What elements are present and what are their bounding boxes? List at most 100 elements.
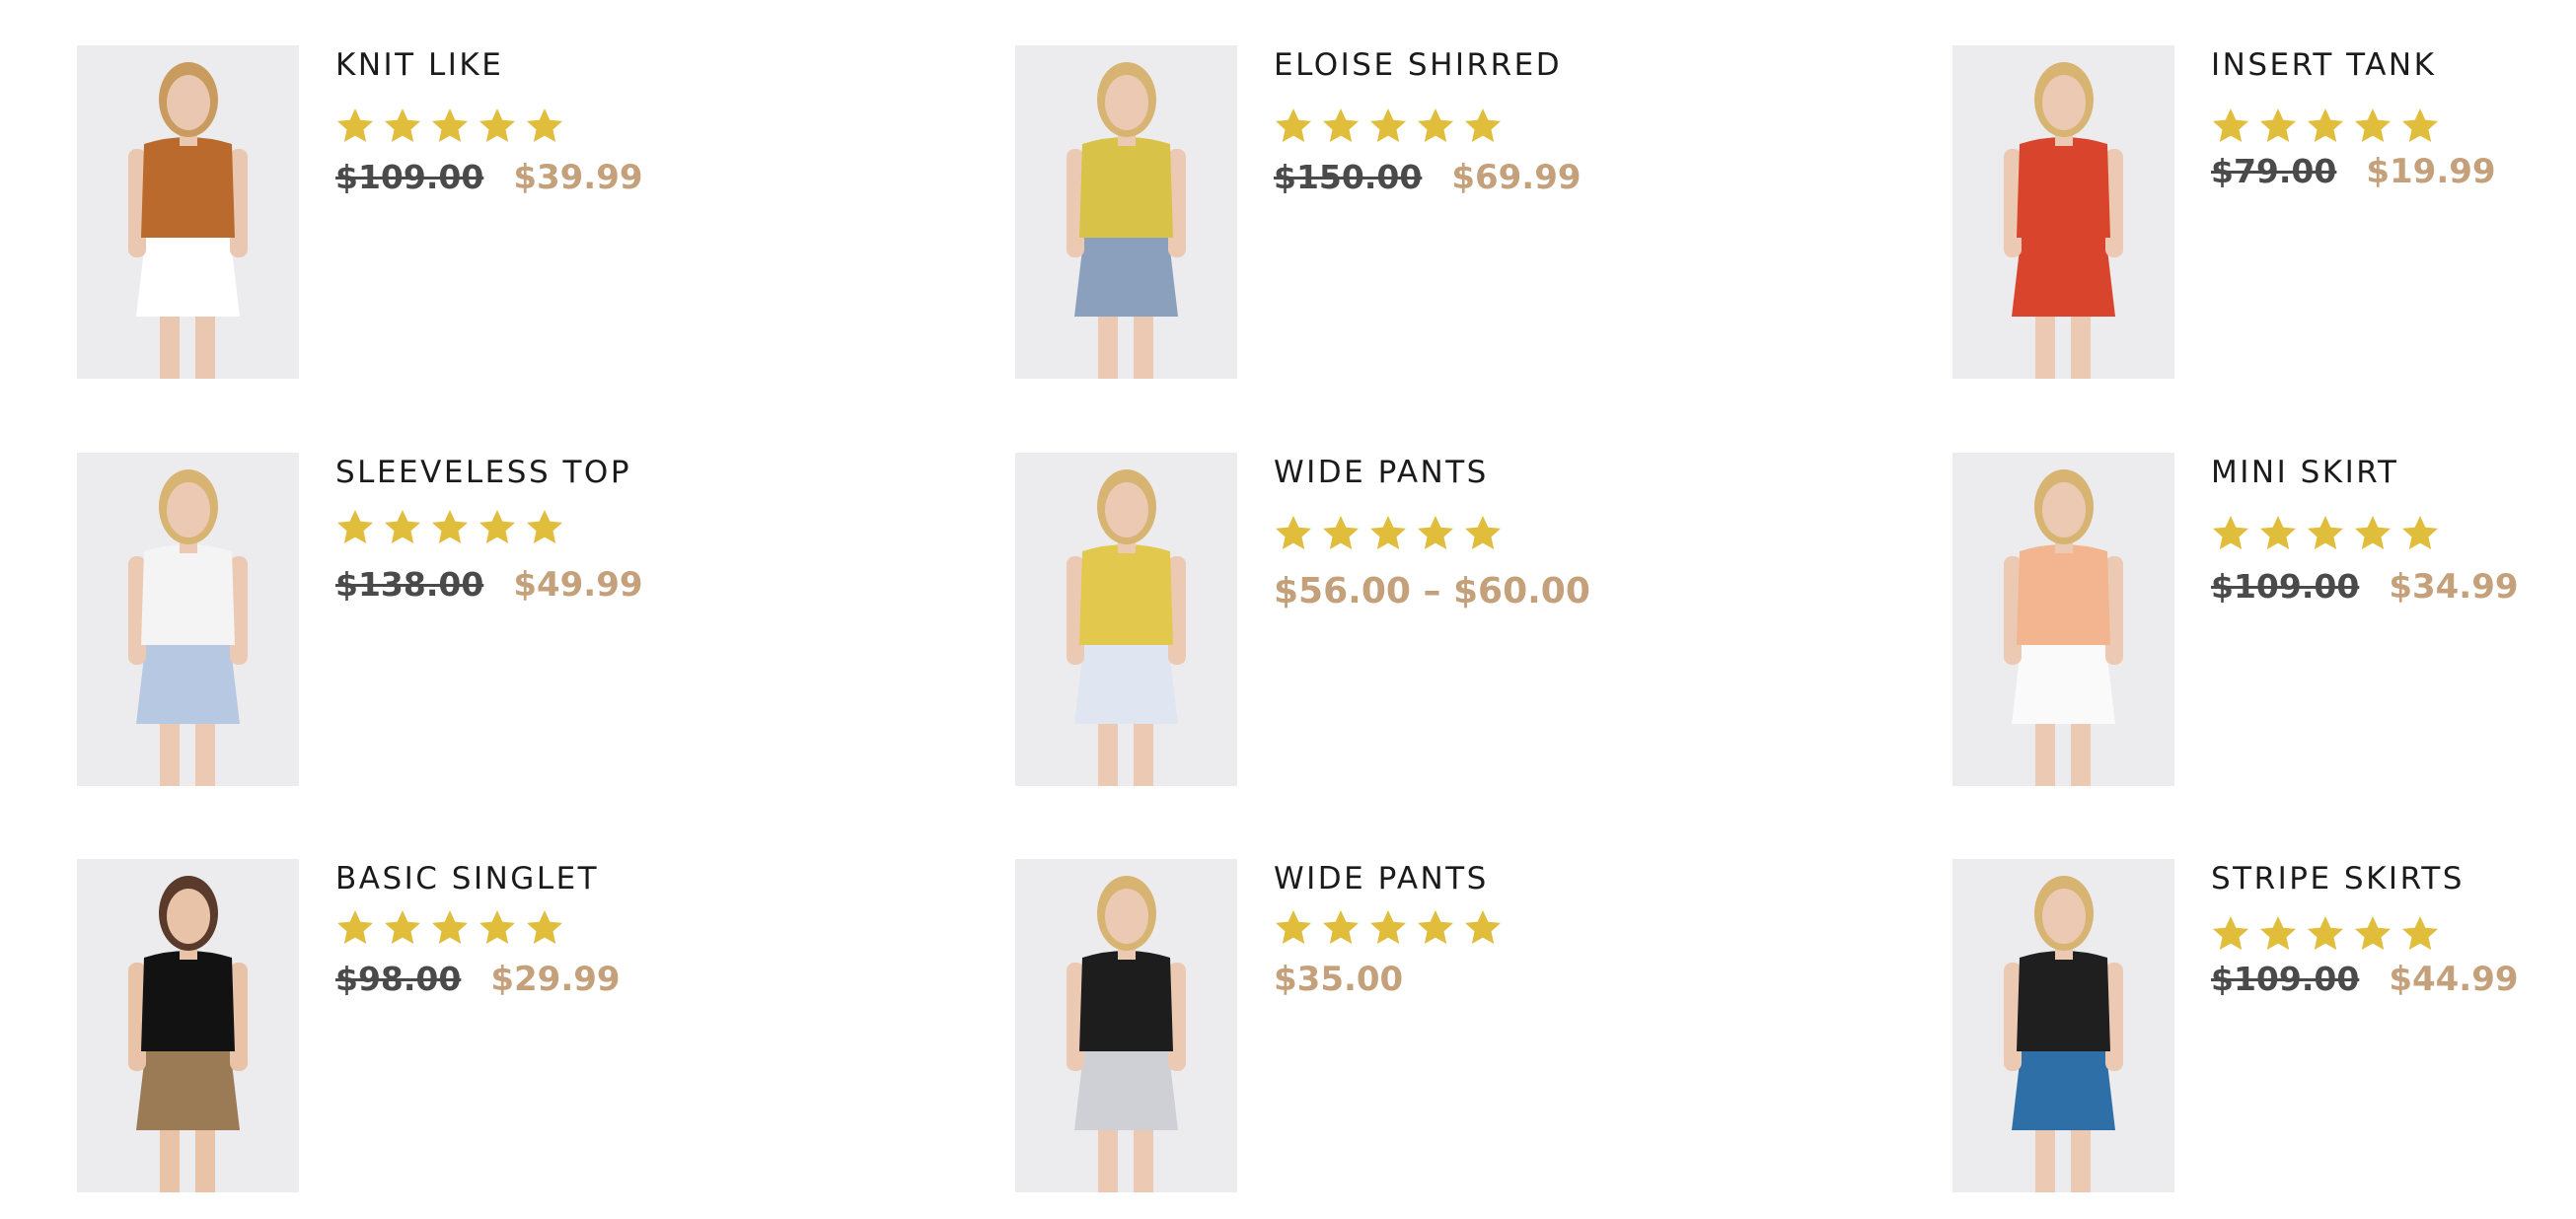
star-rating — [335, 508, 809, 547]
sale-price: $29.99 — [490, 960, 621, 999]
star-rating — [2211, 514, 2576, 553]
product-card[interactable]: WIDE PANTS $56.00 – $60.00 — [1015, 453, 1765, 788]
product-info: KNIT LIKE $109.00 $39.99 — [335, 45, 809, 197]
original-price: $109.00 — [2211, 960, 2360, 998]
star-icon — [1274, 107, 1313, 146]
star-icon — [383, 908, 422, 948]
insert-tank-photo — [1952, 45, 2174, 379]
mini-skirt-photo — [1952, 453, 2174, 786]
product-thumbnail[interactable] — [1952, 453, 2174, 786]
product-thumbnail[interactable] — [1015, 859, 1237, 1192]
star-icon — [478, 107, 517, 146]
star-icon — [430, 508, 470, 547]
star-rating — [2211, 107, 2576, 146]
star-icon — [383, 508, 422, 547]
product-card[interactable]: INSERT TANK $79.00 $19.99 — [1952, 45, 2576, 381]
sale-price: $34.99 — [2389, 567, 2519, 607]
star-icon — [383, 107, 422, 146]
product-title[interactable]: KNIT LIKE — [335, 47, 809, 83]
sale-price: $49.99 — [513, 565, 643, 605]
star-rating — [1274, 908, 1747, 948]
star-icon — [2306, 914, 2345, 954]
price-block: $79.00 $19.99 — [2211, 152, 2576, 191]
sale-price: $69.99 — [1451, 158, 1582, 197]
star-icon — [430, 908, 470, 948]
star-icon — [478, 508, 517, 547]
star-icon — [430, 107, 470, 146]
product-info: ELOISE SHIRRED $150.00 $69.99 — [1274, 45, 1747, 197]
original-price: $138.00 — [335, 565, 484, 604]
product-thumbnail[interactable] — [77, 859, 299, 1192]
product-card[interactable]: SLEEVELESS TOP $138.00 $49.99 — [77, 453, 827, 788]
star-icon — [2353, 107, 2392, 146]
product-card[interactable]: ELOISE SHIRRED $150.00 $69.99 — [1015, 45, 1765, 381]
original-price: $109.00 — [335, 158, 484, 196]
star-icon — [1274, 514, 1313, 553]
price-block: $109.00 $39.99 — [335, 158, 809, 197]
product-info: STRIPE SKIRTS $109.00 $44.99 — [2211, 859, 2576, 999]
product-info: WIDE PANTS $35.00 — [1274, 859, 1747, 999]
star-icon — [2306, 514, 2345, 553]
price-block: $109.00 $44.99 — [2211, 960, 2576, 999]
star-icon — [1368, 107, 1408, 146]
star-icon — [1321, 908, 1361, 948]
product-thumbnail[interactable] — [77, 45, 299, 379]
star-icon — [1463, 107, 1503, 146]
star-icon — [1321, 107, 1361, 146]
sale-price: $39.99 — [513, 158, 643, 197]
basic-singlet-photo — [77, 859, 299, 1192]
star-icon — [1463, 514, 1503, 553]
star-icon — [2400, 514, 2440, 553]
star-icon — [335, 508, 375, 547]
product-title[interactable]: WIDE PANTS — [1274, 455, 1747, 490]
product-card[interactable]: MINI SKIRT $109.00 $34.99 — [1952, 453, 2576, 788]
knit-like-photo — [77, 45, 299, 379]
star-icon — [2353, 514, 2392, 553]
star-icon — [335, 107, 375, 146]
star-rating — [335, 107, 809, 146]
star-icon — [2353, 914, 2392, 954]
product-title[interactable]: INSERT TANK — [2211, 47, 2576, 83]
star-icon — [1368, 514, 1408, 553]
sale-price: $35.00 — [1274, 960, 1404, 999]
star-icon — [2211, 107, 2250, 146]
product-thumbnail[interactable] — [1015, 453, 1237, 786]
price-block: $150.00 $69.99 — [1274, 158, 1747, 197]
product-thumbnail[interactable] — [77, 453, 299, 786]
product-title[interactable]: MINI SKIRT — [2211, 455, 2576, 490]
product-card[interactable]: KNIT LIKE $109.00 $39.99 — [77, 45, 827, 381]
wide-pants-black-photo — [1015, 859, 1237, 1192]
stripe-skirts-photo — [1952, 859, 2174, 1192]
star-icon — [525, 908, 564, 948]
price-block: $56.00 – $60.00 — [1274, 571, 1747, 611]
product-title[interactable]: SLEEVELESS TOP — [335, 455, 809, 490]
star-icon — [478, 908, 517, 948]
star-icon — [1416, 908, 1455, 948]
product-info: WIDE PANTS $56.00 – $60.00 — [1274, 453, 1747, 611]
product-title[interactable]: ELOISE SHIRRED — [1274, 47, 1747, 83]
sale-price: $44.99 — [2389, 960, 2519, 999]
price-block: $98.00 $29.99 — [335, 960, 809, 999]
product-thumbnail[interactable] — [1952, 45, 2174, 379]
product-card[interactable]: STRIPE SKIRTS $109.00 $44.99 — [1952, 859, 2576, 1194]
product-title[interactable]: BASIC SINGLET — [335, 861, 809, 896]
product-info: SLEEVELESS TOP $138.00 $49.99 — [335, 453, 809, 605]
star-icon — [2211, 914, 2250, 954]
star-icon — [1416, 514, 1455, 553]
product-card[interactable]: WIDE PANTS $35.00 — [1015, 859, 1765, 1194]
star-icon — [2258, 514, 2298, 553]
star-icon — [2400, 914, 2440, 954]
wide-pants-yellow-photo — [1015, 453, 1237, 786]
product-thumbnail[interactable] — [1952, 859, 2174, 1192]
product-title[interactable]: STRIPE SKIRTS — [2211, 861, 2576, 896]
price-block: $138.00 $49.99 — [335, 565, 809, 605]
star-icon — [1463, 908, 1503, 948]
product-thumbnail[interactable] — [1015, 45, 1237, 379]
original-price: $98.00 — [335, 960, 462, 998]
sale-price: $19.99 — [2366, 152, 2496, 191]
product-title[interactable]: WIDE PANTS — [1274, 861, 1747, 896]
product-card[interactable]: BASIC SINGLET $98.00 $29.99 — [77, 859, 827, 1194]
star-icon — [1416, 107, 1455, 146]
star-icon — [1274, 908, 1313, 948]
star-icon — [2306, 107, 2345, 146]
